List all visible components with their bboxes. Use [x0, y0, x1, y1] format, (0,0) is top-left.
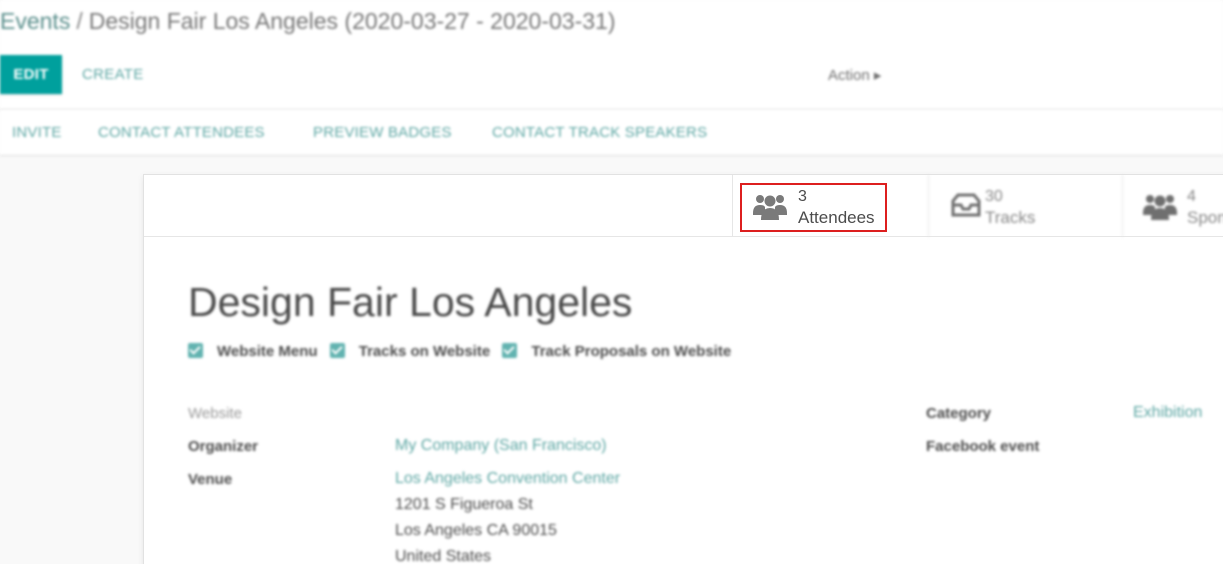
contact-track-speakers-button[interactable]: CONTACT TRACK SPEAKERS	[492, 124, 707, 141]
form-sheet: 3 Attendees 30 Tracks 4 Spon Design Fair…	[143, 174, 1223, 564]
track-proposals-label: Track Proposals on Website	[531, 343, 732, 360]
tracks-count: 30	[985, 188, 1003, 205]
breadcrumb: Events / Design Fair Los Angeles (2020-03-…	[0, 8, 615, 35]
website-field-label: Website	[188, 405, 242, 422]
smart-button-box: 3 Attendees 30 Tracks 4 Spon	[144, 175, 1223, 237]
breadcrumb-separator: /	[76, 8, 83, 34]
form-header: INVITE CONTACT ATTENDEES PREVIEW BADGES …	[0, 110, 1223, 156]
breadcrumb-current: Design Fair Los Angeles (2020-03-27 - 20…	[88, 8, 616, 34]
edit-button[interactable]: EDIT	[0, 55, 62, 94]
category-field-label: Category	[926, 405, 992, 422]
event-title: Design Fair Los Angeles	[188, 279, 633, 325]
venue-field-label: Venue	[188, 471, 233, 488]
tracks-on-website-label: Tracks on Website	[358, 343, 491, 360]
invite-button[interactable]: INVITE	[12, 124, 62, 141]
tracks-label: Tracks	[985, 208, 1036, 227]
sponsors-smart-button[interactable]: 4 Spon	[1122, 175, 1223, 237]
venue-link[interactable]: Los Angeles Convention Center	[395, 470, 620, 488]
users-icon	[1143, 195, 1177, 220]
tracks-smart-button[interactable]: 30 Tracks	[928, 175, 1124, 237]
sponsors-count: 4	[1187, 188, 1196, 205]
venue-street: 1201 S Figueroa St	[395, 496, 533, 513]
website-menu-label: Website Menu	[217, 343, 318, 360]
action-menu-button[interactable]: Action ▸	[828, 66, 881, 84]
facebook-event-field-label: Facebook event	[926, 438, 1040, 455]
control-panel: Events / Design Fair Los Angeles (2020-03-…	[0, 0, 1223, 110]
venue-country: United States	[395, 548, 492, 564]
organizer-link[interactable]: My Company (San Francisco)	[395, 437, 607, 455]
track-proposals-checkbox[interactable]	[502, 343, 518, 358]
sponsors-label: Spon	[1187, 208, 1223, 227]
breadcrumb-events-link[interactable]: Events	[0, 8, 70, 34]
category-link[interactable]: Exhibition	[1133, 404, 1202, 422]
tracks-on-website-checkbox[interactable]	[329, 343, 345, 358]
website-menu-checkbox[interactable]	[188, 343, 203, 358]
event-options: Website Menu Tracks on Website Track Pro…	[188, 343, 739, 360]
organizer-field-label: Organizer	[188, 438, 259, 455]
attendees-highlight-box	[740, 183, 887, 232]
inbox-icon	[951, 193, 981, 217]
contact-attendees-button[interactable]: CONTACT ATTENDEES	[98, 124, 265, 141]
venue-city: Los Angeles CA 90015	[395, 522, 557, 539]
create-button[interactable]: CREATE	[82, 66, 144, 83]
preview-badges-button[interactable]: PREVIEW BADGES	[313, 124, 452, 141]
